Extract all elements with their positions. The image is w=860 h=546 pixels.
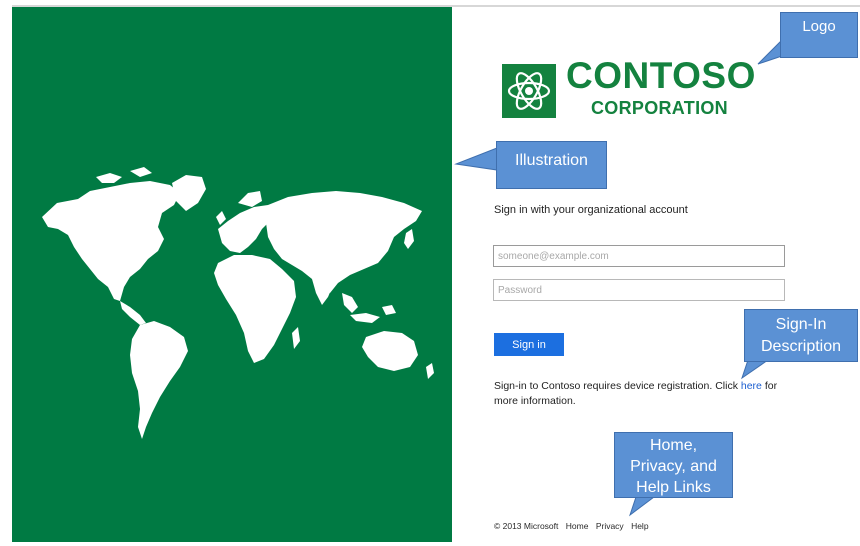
links-callout: Home, Privacy, and Help Links <box>614 432 733 498</box>
logo-title: CONTOSO <box>566 55 756 96</box>
signin-description: Sign in with your organizational account <box>494 204 688 216</box>
sign-in-button[interactable]: Sign in <box>494 333 564 356</box>
links-callout-line-2: Privacy, and <box>630 458 717 475</box>
logo-callout-pointer <box>757 38 783 65</box>
illustration-panel <box>12 7 452 542</box>
links-callout-pointer <box>629 496 656 517</box>
footer-help-link[interactable]: Help <box>631 521 648 531</box>
links-callout-line-3: Help Links <box>636 479 711 496</box>
footer: © 2013 Microsoft Home Privacy Help <box>494 521 649 531</box>
logo-subtitle: CORPORATION <box>591 98 728 118</box>
links-callout-line-1: Home, <box>649 437 698 454</box>
atom-icon <box>502 64 556 118</box>
signin-callout-pointer <box>741 359 770 380</box>
registration-text: Sign-in to Contoso requires device regis… <box>494 379 794 409</box>
registration-text-before: Sign-in to Contoso requires device regis… <box>494 380 738 392</box>
registration-here-link[interactable]: here <box>741 380 762 392</box>
illustration-callout-pointer <box>454 147 498 171</box>
signin-callout-line-2: Description <box>760 338 842 355</box>
logo-callout: Logo <box>780 12 858 58</box>
world-map-icon <box>42 167 434 439</box>
copyright-text: © 2013 Microsoft <box>494 521 559 531</box>
signin-description-callout: Sign-In Description <box>744 309 858 362</box>
footer-privacy-link[interactable]: Privacy <box>596 521 624 531</box>
illustration-callout: Illustration <box>496 141 607 189</box>
password-field[interactable] <box>493 279 785 301</box>
email-field[interactable] <box>493 245 785 267</box>
signin-callout-line-1: Sign-In <box>775 316 827 333</box>
footer-home-link[interactable]: Home <box>566 521 589 531</box>
